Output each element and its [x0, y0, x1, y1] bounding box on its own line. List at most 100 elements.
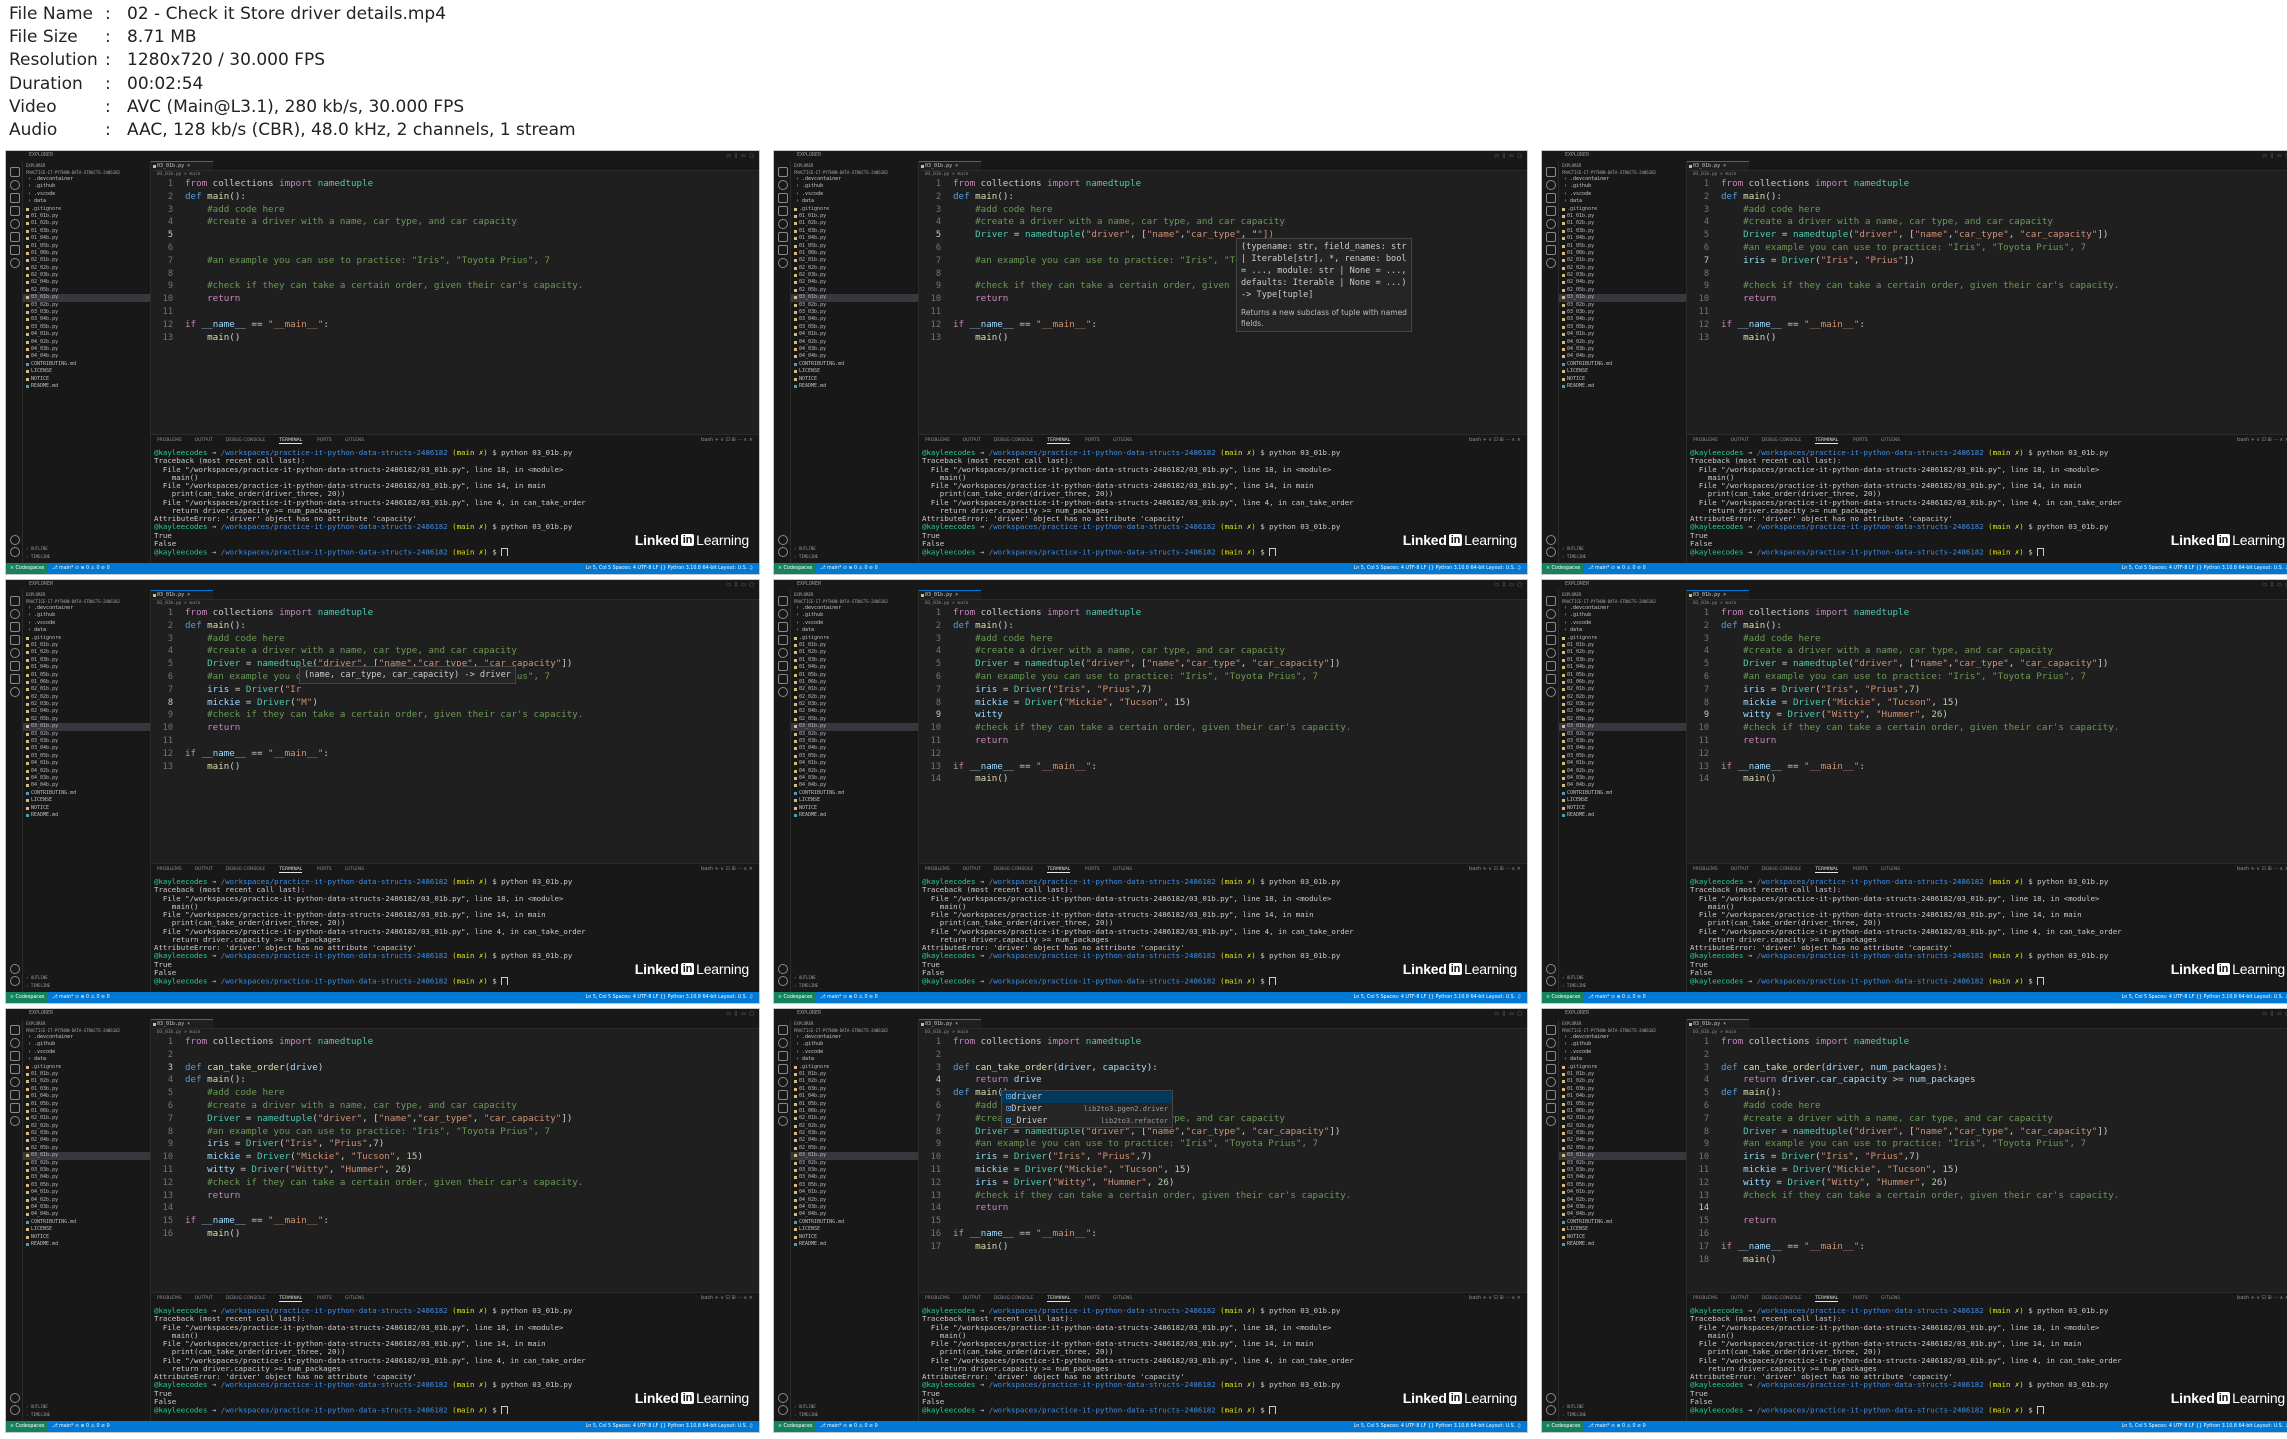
file-tree-item[interactable]: 04_02b.py [791, 768, 918, 775]
remote-explorer-icon[interactable] [1546, 1090, 1556, 1100]
file-tree-item[interactable]: › .github [23, 183, 150, 190]
file-tree-item[interactable]: LICENSE [791, 797, 918, 804]
source-control-icon[interactable] [778, 193, 788, 203]
file-tree-item[interactable]: README.md [791, 1241, 918, 1248]
file-tree-item[interactable]: 03_04b.py [791, 316, 918, 323]
file-tree-item[interactable]: 01_01b.py [1559, 1071, 1686, 1078]
source-control-icon[interactable] [10, 1051, 20, 1061]
panel-tab[interactable]: TERMINAL [1815, 867, 1839, 873]
remote-explorer-icon[interactable] [10, 232, 20, 242]
panel-tab[interactable]: GITLENS [345, 1296, 364, 1301]
tab-03-01b[interactable]: 03_01b.py × [151, 590, 213, 599]
autocomplete-item[interactable]: ⊡driver [1002, 1091, 1172, 1103]
remote-explorer-icon[interactable] [1546, 661, 1556, 671]
run-debug-icon[interactable] [10, 635, 20, 645]
file-tree-item[interactable]: › data [23, 627, 150, 634]
file-tree-item[interactable]: 02_03b.py [791, 1130, 918, 1137]
file-tree-item[interactable]: 04_04b.py [23, 353, 150, 360]
file-tree-item[interactable]: 02_02b.py [23, 1123, 150, 1130]
file-tree-item[interactable]: NOTICE [1559, 376, 1686, 383]
file-tree-item[interactable]: CONTRIBUTING.md [23, 1219, 150, 1226]
tab-03-01b[interactable]: 03_01b.py × [151, 1019, 213, 1028]
run-debug-icon[interactable] [1546, 206, 1556, 216]
file-tree-item[interactable]: 03_05b.py [1559, 324, 1686, 331]
tab-03-01b[interactable]: 03_01b.py × [1687, 590, 1749, 599]
manage-gear-icon[interactable] [1546, 1405, 1556, 1415]
file-tree-item[interactable]: 04_02b.py [23, 768, 150, 775]
panel-tab[interactable]: OUTPUT [963, 867, 981, 872]
file-tree-item[interactable]: 04_01b.py [791, 1189, 918, 1196]
file-tree-item[interactable]: › .github [1559, 1041, 1686, 1048]
file-tree-item[interactable]: 02_02b.py [791, 694, 918, 701]
file-tree-item[interactable]: CONTRIBUTING.md [791, 790, 918, 797]
files-icon[interactable] [778, 596, 788, 606]
panel-tab[interactable]: TERMINAL [279, 438, 303, 444]
file-tree-item[interactable]: 02_03b.py [791, 701, 918, 708]
editor-status[interactable]: Ln 5, Col 5 Spaces: 4 UTF-8 LF {} Python… [2122, 563, 2287, 574]
file-tree-item[interactable]: 01_04b.py [1559, 664, 1686, 671]
file-tree-item[interactable]: 01_04b.py [791, 235, 918, 242]
file-tree-item[interactable]: 03_02b.py [1559, 731, 1686, 738]
outline-section[interactable]: › OUTLINE [794, 1403, 918, 1411]
file-tree-item[interactable]: 03_04b.py [23, 745, 150, 752]
file-tree-item[interactable]: 01_06b.py [1559, 1108, 1686, 1115]
file-tree-item[interactable]: 01_01b.py [23, 213, 150, 220]
breadcrumb[interactable]: 03_01b.py > main [919, 171, 1527, 178]
terminal-controls[interactable]: bash + ∨ ⊡ ⊞ ··· ∧ × [2237, 1295, 2287, 1301]
file-tree-item[interactable]: .gitignore [1559, 635, 1686, 642]
file-tree-item[interactable]: 04_02b.py [791, 339, 918, 346]
code-editor[interactable]: 03_01b.py × 03_01b.py > main 1 from collect… [151, 590, 759, 862]
files-icon[interactable] [10, 167, 20, 177]
timeline-section[interactable]: › TIMELINE [1562, 982, 1686, 990]
workspace-folder[interactable]: PRACTICE-IT-PYTHON-DATA-STRUCTS-2486182 [23, 168, 150, 175]
editor-status[interactable]: Ln 5, Col 5 Spaces: 4 UTF-8 LF {} Python… [586, 992, 753, 1003]
extensions-icon[interactable] [1546, 1077, 1556, 1087]
file-tree-item[interactable]: 01_01b.py [791, 213, 918, 220]
files-icon[interactable] [10, 596, 20, 606]
file-tree-item[interactable]: 01_02b.py [1559, 1078, 1686, 1085]
file-tree-item[interactable]: 02_01b.py [791, 1115, 918, 1122]
file-tree-item[interactable]: 04_03b.py [791, 346, 918, 353]
panel-tab[interactable]: TERMINAL [1047, 867, 1071, 873]
file-tree-item[interactable]: 02_02b.py [1559, 1123, 1686, 1130]
autocomplete-item[interactable]: ⊡Driver lib2to3.pgen2.driver [1002, 1103, 1172, 1115]
panel-tab[interactable]: PROBLEMS [1693, 867, 1718, 872]
file-tree-item[interactable]: README.md [1559, 812, 1686, 819]
panel-tab[interactable]: TERMINAL [1047, 1296, 1071, 1302]
git-branch-status[interactable]: ⎇ main* ⊙ ⊗ 0 ⚠ 0 ⊘ 0 [52, 563, 110, 574]
source-control-icon[interactable] [10, 193, 20, 203]
search-icon[interactable] [778, 609, 788, 619]
file-tree-item[interactable]: 02_05b.py [791, 716, 918, 723]
file-tree-item[interactable]: LICENSE [23, 1226, 150, 1233]
timeline-section[interactable]: › TIMELINE [794, 982, 918, 990]
file-tree-item[interactable]: 02_05b.py [791, 1145, 918, 1152]
file-tree-item[interactable]: 04_02b.py [23, 339, 150, 346]
timeline-section[interactable]: › TIMELINE [1562, 553, 1686, 561]
file-tree-item[interactable]: 01_03b.py [1559, 228, 1686, 235]
file-tree-item[interactable]: › .vscode [1559, 1049, 1686, 1056]
file-tree-item[interactable]: › .devcontainer [1559, 605, 1686, 612]
file-tree-item[interactable]: CONTRIBUTING.md [23, 361, 150, 368]
file-tree-item[interactable]: NOTICE [23, 1234, 150, 1241]
file-tree-item[interactable]: 03_01b.py [1559, 1152, 1686, 1160]
file-tree-item[interactable]: 02_05b.py [1559, 287, 1686, 294]
file-tree-item[interactable]: 01_03b.py [23, 1086, 150, 1093]
file-tree-item[interactable]: 02_05b.py [1559, 716, 1686, 723]
file-tree-item[interactable]: .gitignore [23, 206, 150, 213]
panel-tab[interactable]: OUTPUT [195, 1296, 213, 1301]
file-tree-item[interactable]: 02_04b.py [791, 708, 918, 715]
file-tree-item[interactable]: 01_05b.py [1559, 672, 1686, 679]
manage-gear-icon[interactable] [778, 976, 788, 986]
file-tree-item[interactable]: 02_02b.py [1559, 694, 1686, 701]
file-tree-item[interactable]: 04_04b.py [1559, 353, 1686, 360]
testing-icon[interactable] [10, 245, 20, 255]
file-tree-item[interactable]: 03_05b.py [23, 753, 150, 760]
outline-section[interactable]: › OUTLINE [1562, 1403, 1686, 1411]
workspace-folder[interactable]: PRACTICE-IT-PYTHON-DATA-STRUCTS-2486182 [23, 597, 150, 604]
file-tree-item[interactable]: 03_02b.py [23, 731, 150, 738]
file-tree-item[interactable]: 01_06b.py [791, 679, 918, 686]
file-tree-item[interactable]: 01_04b.py [23, 1093, 150, 1100]
layout-controls[interactable]: ▭ ▯ ▭ ▢ [726, 582, 755, 588]
workspace-folder[interactable]: PRACTICE-IT-PYTHON-DATA-STRUCTS-2486182 [1559, 597, 1686, 604]
file-tree-item[interactable]: › data [791, 198, 918, 205]
